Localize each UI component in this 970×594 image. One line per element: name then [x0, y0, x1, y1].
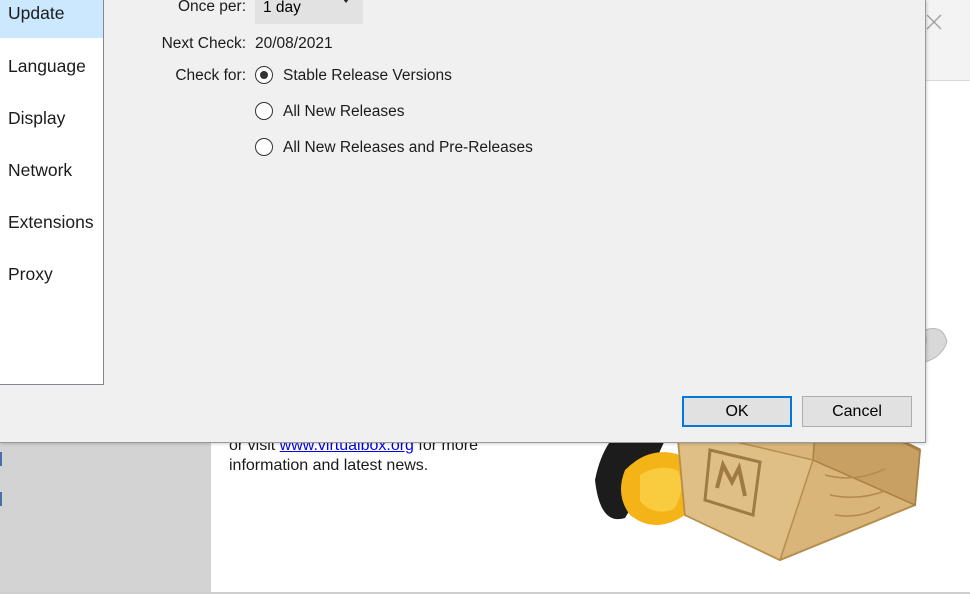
- cancel-button[interactable]: Cancel: [802, 396, 912, 427]
- category-display[interactable]: Display: [0, 103, 103, 143]
- radio-dot: [260, 71, 268, 79]
- category-label: Update: [8, 3, 65, 23]
- once-per-select[interactable]: 1 day: [255, 0, 363, 24]
- list-marker: [0, 492, 2, 506]
- category-label: Network: [8, 160, 73, 180]
- radio-button[interactable]: [255, 138, 273, 156]
- category-update[interactable]: Update: [0, 0, 103, 38]
- radio-label: All New Releases and Pre-Releases: [283, 139, 533, 156]
- category-language[interactable]: Language: [0, 51, 103, 91]
- once-per-label: Once per:: [177, 0, 246, 15]
- next-check-label: Next Check:: [161, 35, 246, 52]
- category-label: Language: [8, 56, 86, 76]
- list-marker: [0, 452, 2, 466]
- close-icon[interactable]: [924, 12, 944, 32]
- category-extensions[interactable]: Extensions: [0, 207, 103, 247]
- radio-label: All New Releases: [283, 103, 405, 120]
- category-network[interactable]: Network: [0, 155, 103, 195]
- welcome-line-2: information and latest news.: [229, 457, 429, 474]
- check-for-label: Check for:: [175, 67, 246, 84]
- preferences-dialog: Update Language Display Network Extensio…: [0, 0, 926, 443]
- ok-button[interactable]: OK: [682, 396, 792, 427]
- radio-label: Stable Release Versions: [283, 67, 452, 84]
- dropdown-arrow-icon: [343, 0, 349, 3]
- once-per-value: 1 day: [263, 0, 301, 16]
- category-proxy[interactable]: Proxy: [0, 259, 103, 299]
- radio-button-checked[interactable]: [255, 66, 273, 84]
- category-label: Display: [8, 108, 66, 128]
- category-list: Update Language Display Network Extensio…: [0, 0, 104, 385]
- radio-button[interactable]: [255, 102, 273, 120]
- category-label: Extensions: [8, 212, 94, 232]
- category-label: Proxy: [8, 264, 53, 284]
- manager-machine-list: [0, 440, 211, 594]
- next-check-value: 20/08/2021: [255, 35, 333, 52]
